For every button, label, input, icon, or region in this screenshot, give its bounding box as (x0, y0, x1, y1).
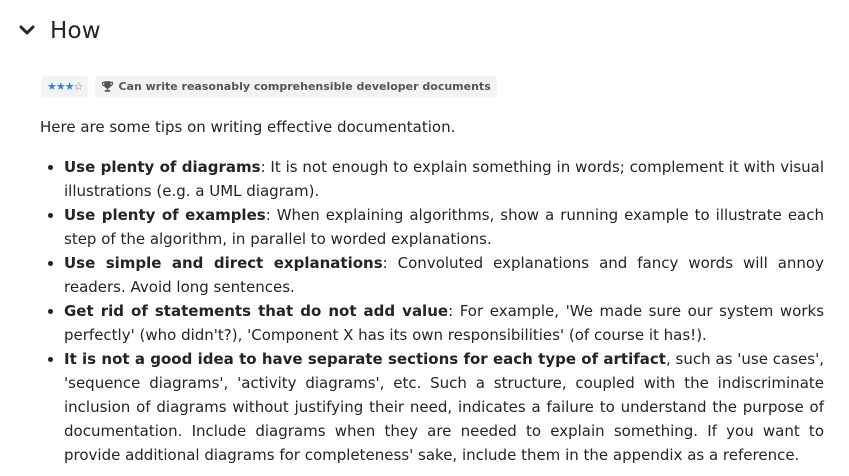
skill-badge: Can write reasonably comprehensible deve… (95, 76, 497, 97)
trophy-icon (102, 81, 114, 92)
tip-title: It is not a good idea to have separate s… (64, 350, 666, 368)
tip-title: Use plenty of diagrams (64, 158, 261, 176)
tip-title: Get rid of statements that do not add va… (64, 302, 449, 320)
badge-row: ★★★☆ Can write reasonably comprehensible… (41, 76, 497, 97)
section-title: How (50, 18, 101, 44)
star-rating: ★★★☆ (47, 80, 84, 93)
list-item: Get rid of statements that do not add va… (64, 299, 824, 347)
star-rating-filled: ★★★ (47, 80, 75, 93)
intro-text: Here are some tips on writing effective … (40, 118, 456, 136)
tip-title: Use simple and direct explanations (64, 254, 383, 272)
section-toggle[interactable]: How (18, 18, 101, 44)
rating-badge: ★★★☆ (41, 76, 89, 97)
tip-title: Use plenty of examples (64, 206, 266, 224)
list-item: Use simple and direct explanations: Conv… (64, 251, 824, 299)
list-item: Use plenty of diagrams: It is not enough… (64, 155, 824, 203)
chevron-down-icon[interactable] (18, 22, 36, 40)
star-rating-empty: ☆ (73, 80, 84, 93)
skill-label: Can write reasonably comprehensible deve… (118, 80, 491, 93)
list-item: It is not a good idea to have separate s… (64, 347, 824, 467)
tips-list: Use plenty of diagrams: It is not enough… (40, 155, 824, 467)
list-item: Use plenty of examples: When explaining … (64, 203, 824, 251)
